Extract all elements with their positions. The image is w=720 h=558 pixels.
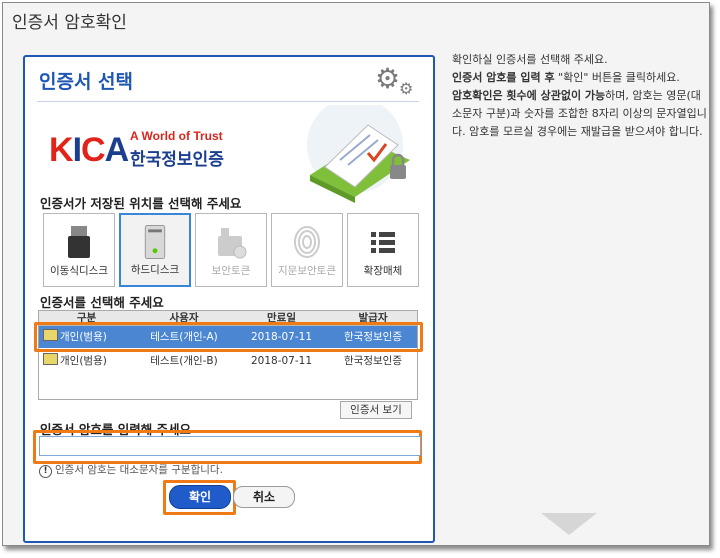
table-row[interactable]: 개인(범용) 테스트(개인-B) 2018-07-11 한국정보인증	[39, 350, 417, 372]
location-removable-disk[interactable]: 이동식디스크	[43, 213, 115, 287]
dialog-title: 인증서 선택	[39, 71, 134, 93]
title-divider	[37, 101, 419, 102]
cancel-button[interactable]: 취소	[233, 486, 295, 508]
storage-location-list: 이동식디스크 하드디스크 보안토큰 지문보안토큰 확장매체	[41, 213, 419, 287]
location-extended-media[interactable]: 확장매체	[347, 213, 419, 287]
view-cert-button[interactable]: 인증서 보기	[340, 401, 412, 419]
instruction-line: 인증서 암호를 입력 후 "확인" 버튼을 클릭하세요.	[452, 71, 680, 84]
location-label: 보안토큰	[211, 265, 251, 277]
instruction-line: 확인하실 인증서를 선택해 주세요.	[452, 53, 608, 66]
security-token-icon	[218, 228, 247, 259]
location-label: 하드디스크	[130, 264, 180, 276]
location-label: 확장매체	[363, 265, 403, 277]
location-label: 지문보안토큰	[278, 265, 336, 277]
cert-section-label: 인증서를 선택해 주세요	[40, 295, 164, 310]
location-security-token[interactable]: 보안토큰	[195, 213, 267, 287]
hard-disk-icon	[144, 225, 166, 260]
instruction-line: 암호확인은 횟수에 상관없이 가능하며, 암호는 영문(대소문자 구분)과 숫자…	[452, 89, 707, 138]
usb-drive-icon	[68, 226, 90, 258]
password-input[interactable]	[39, 436, 421, 456]
cert-select-dialog: 인증서 선택 ⚙ ⚙ KICA A World of Trust 한국정보인증 …	[23, 55, 435, 543]
selected-row-highlight	[34, 322, 423, 352]
location-hard-disk[interactable]: 하드디스크	[119, 213, 191, 287]
cert-password-window: 인증서 암호확인 인증서 선택 ⚙ ⚙ KICA A World of Trus…	[2, 2, 710, 546]
kica-logo: KICA	[49, 131, 129, 169]
location-section-label: 인증서가 저장된 위치를 선택해 주세요	[40, 196, 242, 211]
certificate-icon	[43, 353, 58, 365]
certificate-illustration	[307, 105, 410, 203]
small-gear-icon: ⚙	[399, 79, 414, 98]
fingerprint-icon	[294, 226, 320, 258]
list-icon	[371, 232, 395, 253]
ok-button[interactable]: 확인	[169, 485, 231, 509]
window-title: 인증서 암호확인	[12, 13, 127, 33]
logo-korean-name: 한국정보인증	[130, 150, 224, 170]
password-hint: ! 인증서 암호는 대소문자를 구분합니다.	[39, 462, 223, 478]
instructions-panel: 확인하실 인증서를 선택해 주세요. 인증서 암호를 입력 후 "확인" 버튼을…	[452, 51, 707, 141]
scroll-down-arrow-icon	[541, 513, 597, 535]
location-fingerprint-token[interactable]: 지문보안토큰	[271, 213, 343, 287]
info-icon: !	[39, 465, 52, 478]
location-label: 이동식디스크	[50, 265, 108, 277]
logo-tagline: A World of Trust	[130, 129, 223, 143]
settings-gear-icon[interactable]: ⚙	[375, 65, 400, 93]
